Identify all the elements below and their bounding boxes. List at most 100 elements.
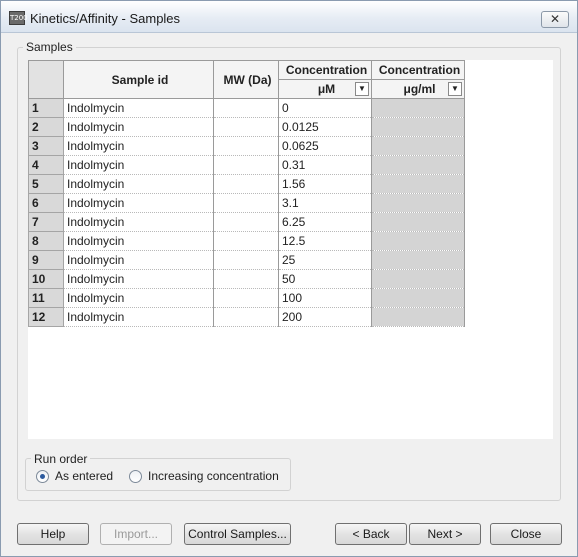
- concentration-mass-cell: [371, 174, 465, 194]
- concentration-mass-cell: [371, 269, 465, 289]
- mw-cell[interactable]: [213, 193, 279, 213]
- radio-as-entered-label[interactable]: As entered: [55, 469, 113, 483]
- mw-cell[interactable]: [213, 136, 279, 156]
- table-row[interactable]: 10 Indolmycin 50: [28, 269, 465, 289]
- concentration-cell[interactable]: 1.56: [278, 174, 372, 194]
- table-row[interactable]: 6 Indolmycin 3.1: [28, 193, 465, 213]
- table-row[interactable]: 7 Indolmycin 6.25: [28, 212, 465, 232]
- help-button[interactable]: Help: [17, 523, 89, 545]
- title-bar: T200 Kinetics/Affinity - Samples ✕: [1, 1, 577, 33]
- table-row[interactable]: 2 Indolmycin 0.0125: [28, 117, 465, 137]
- sample-id-cell[interactable]: Indolmycin: [63, 307, 214, 327]
- row-number: 1: [28, 98, 64, 118]
- samples-group-label: Samples: [23, 40, 76, 54]
- concentration-cell[interactable]: 200: [278, 307, 372, 327]
- row-number: 11: [28, 288, 64, 308]
- unit-label: μM: [317, 82, 336, 96]
- back-button[interactable]: < Back: [335, 523, 407, 545]
- mw-cell[interactable]: [213, 250, 279, 270]
- mw-cell[interactable]: [213, 269, 279, 289]
- concentration-mass-cell: [371, 136, 465, 156]
- row-number: 6: [28, 193, 64, 213]
- row-number: 10: [28, 269, 64, 289]
- table-row[interactable]: 8 Indolmycin 12.5: [28, 231, 465, 251]
- table-row[interactable]: 11 Indolmycin 100: [28, 288, 465, 308]
- row-number: 3: [28, 136, 64, 156]
- mw-cell[interactable]: [213, 174, 279, 194]
- table-row[interactable]: 3 Indolmycin 0.0625: [28, 136, 465, 156]
- row-number: 2: [28, 117, 64, 137]
- unit-select-concentration-1[interactable]: μM ▼: [278, 79, 372, 99]
- concentration-cell[interactable]: 0: [278, 98, 372, 118]
- concentration-cell[interactable]: 12.5: [278, 231, 372, 251]
- concentration-mass-cell: [371, 307, 465, 327]
- row-number: 4: [28, 155, 64, 175]
- concentration-cell[interactable]: 100: [278, 288, 372, 308]
- table-row[interactable]: 1 Indolmycin 0: [28, 98, 465, 118]
- next-button[interactable]: Next >: [409, 523, 481, 545]
- close-window-button[interactable]: ✕: [541, 11, 569, 28]
- row-number: 9: [28, 250, 64, 270]
- concentration-cell[interactable]: 25: [278, 250, 372, 270]
- concentration-mass-cell: [371, 231, 465, 251]
- sample-id-cell[interactable]: Indolmycin: [63, 250, 214, 270]
- mw-cell[interactable]: [213, 212, 279, 232]
- concentration-mass-cell: [371, 117, 465, 137]
- row-number: 8: [28, 231, 64, 251]
- sample-id-cell[interactable]: Indolmycin: [63, 269, 214, 289]
- unit-label: μg/ml: [403, 82, 436, 96]
- sample-id-cell[interactable]: Indolmycin: [63, 288, 214, 308]
- table-corner-header: [28, 60, 64, 99]
- chevron-down-icon[interactable]: ▼: [448, 82, 462, 96]
- column-header-concentration-1[interactable]: Concentration: [278, 60, 372, 80]
- table-row[interactable]: 12 Indolmycin 200: [28, 307, 465, 327]
- sample-id-cell[interactable]: Indolmycin: [63, 231, 214, 251]
- sample-id-cell[interactable]: Indolmycin: [63, 98, 214, 118]
- column-header-sample-id[interactable]: Sample id: [63, 60, 214, 99]
- concentration-cell[interactable]: 6.25: [278, 212, 372, 232]
- mw-cell[interactable]: [213, 98, 279, 118]
- mw-cell[interactable]: [213, 231, 279, 251]
- column-header-concentration-2[interactable]: Concentration: [371, 60, 465, 80]
- concentration-cell[interactable]: 0.0125: [278, 117, 372, 137]
- row-number: 5: [28, 174, 64, 194]
- row-number: 12: [28, 307, 64, 327]
- table-row[interactable]: 4 Indolmycin 0.31: [28, 155, 465, 175]
- window-title: Kinetics/Affinity - Samples: [30, 11, 181, 26]
- samples-dialog: T200 Kinetics/Affinity - Samples ✕ Sampl…: [0, 0, 578, 557]
- chevron-down-icon[interactable]: ▼: [355, 82, 369, 96]
- radio-as-entered[interactable]: [36, 470, 49, 483]
- sample-id-cell[interactable]: Indolmycin: [63, 136, 214, 156]
- mw-cell[interactable]: [213, 288, 279, 308]
- import-button[interactable]: Import...: [100, 523, 172, 545]
- concentration-mass-cell: [371, 193, 465, 213]
- table-row[interactable]: 5 Indolmycin 1.56: [28, 174, 465, 194]
- column-header-mw[interactable]: MW (Da): [213, 60, 279, 99]
- mw-cell[interactable]: [213, 307, 279, 327]
- concentration-mass-cell: [371, 212, 465, 232]
- concentration-cell[interactable]: 50: [278, 269, 372, 289]
- unit-select-concentration-2[interactable]: μg/ml ▼: [371, 79, 465, 99]
- row-number: 7: [28, 212, 64, 232]
- concentration-mass-cell: [371, 250, 465, 270]
- samples-table-body: 1 Indolmycin 0 2 Indolmycin 0.0125 3 Indolmycin…: [28, 98, 465, 327]
- sample-id-cell[interactable]: Indolmycin: [63, 193, 214, 213]
- mw-cell[interactable]: [213, 117, 279, 137]
- sample-id-cell[interactable]: Indolmycin: [63, 117, 214, 137]
- mw-cell[interactable]: [213, 155, 279, 175]
- sample-id-cell[interactable]: Indolmycin: [63, 212, 214, 232]
- concentration-cell[interactable]: 3.1: [278, 193, 372, 213]
- table-row[interactable]: 9 Indolmycin 25: [28, 250, 465, 270]
- concentration-mass-cell: [371, 288, 465, 308]
- radio-increasing-concentration[interactable]: [129, 470, 142, 483]
- concentration-cell[interactable]: 0.31: [278, 155, 372, 175]
- radio-increasing-concentration-label[interactable]: Increasing concentration: [148, 469, 279, 483]
- sample-id-cell[interactable]: Indolmycin: [63, 174, 214, 194]
- control-samples-button[interactable]: Control Samples...: [184, 523, 291, 545]
- close-button[interactable]: Close: [490, 523, 562, 545]
- sample-id-cell[interactable]: Indolmycin: [63, 155, 214, 175]
- run-order-label: Run order: [31, 452, 91, 466]
- concentration-mass-cell: [371, 98, 465, 118]
- app-icon: T200: [9, 11, 28, 25]
- concentration-cell[interactable]: 0.0625: [278, 136, 372, 156]
